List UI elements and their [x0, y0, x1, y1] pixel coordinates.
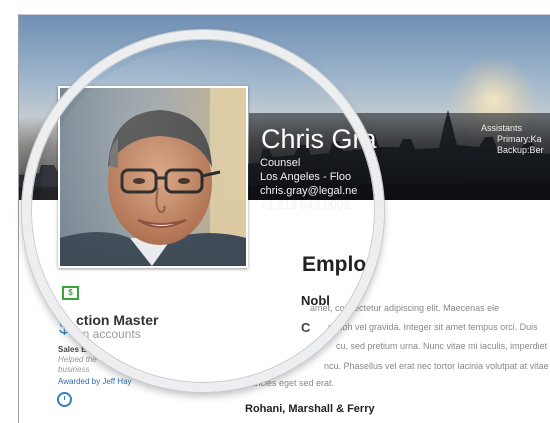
achievement-category: Sales E — [58, 345, 87, 354]
employment-description-line: ncu. Phasellus vel erat nec tortor lacin… — [324, 361, 550, 371]
assistants-heading: Assistants — [481, 123, 523, 133]
award-icon: $ — [62, 286, 79, 300]
employment-heading: Emplo — [302, 253, 367, 276]
employment-description-line: ultricies eget sed erat. — [246, 378, 335, 388]
assistant-backup[interactable]: Backup:Ber — [481, 145, 544, 156]
profile-photo — [58, 86, 248, 268]
profile-name: Chris Gra — [261, 124, 377, 154]
clock-icon — [57, 392, 72, 407]
dollar-icon: $ — [59, 318, 70, 339]
profile-phone[interactable]: +1 213 546.0002 — [260, 198, 357, 212]
achievement-description: Helped the — [58, 355, 97, 364]
profile-details: Counsel Los Angeles - Floo chris.gray@le… — [260, 156, 357, 212]
achievement-description-2: business — [58, 365, 90, 374]
profile-location: Los Angeles - Floo — [260, 171, 352, 183]
employment-description-line: n nibh vel gravida. Integer sit amet tem… — [328, 322, 538, 332]
awarded-by-link[interactable]: Awarded by Jeff Hay — [58, 377, 132, 386]
employer-role-initial: C — [301, 320, 311, 335]
assistants-panel: Assistants Primary:Ka Backup:Ber — [481, 123, 544, 156]
achievement-subtitle: on accounts — [76, 327, 141, 341]
profile-email-link[interactable]: chris.gray@legal.ne — [260, 184, 357, 198]
section-heading-fragment: y — [374, 229, 382, 245]
assistant-primary[interactable]: Primary:Ka — [481, 134, 544, 145]
achievement-title: ction Master — [76, 312, 159, 328]
employment-description-line: amet, consectetur adipiscing elit. Maece… — [310, 303, 500, 313]
profile-photo-illustration — [60, 88, 246, 266]
employment-description-line: cu, sed pretium urna. Nunc vitae mi iacu… — [336, 341, 550, 351]
employer-name-2[interactable]: Rohani, Marshall & Ferry — [245, 403, 375, 415]
profile-title: Counsel — [260, 157, 301, 169]
